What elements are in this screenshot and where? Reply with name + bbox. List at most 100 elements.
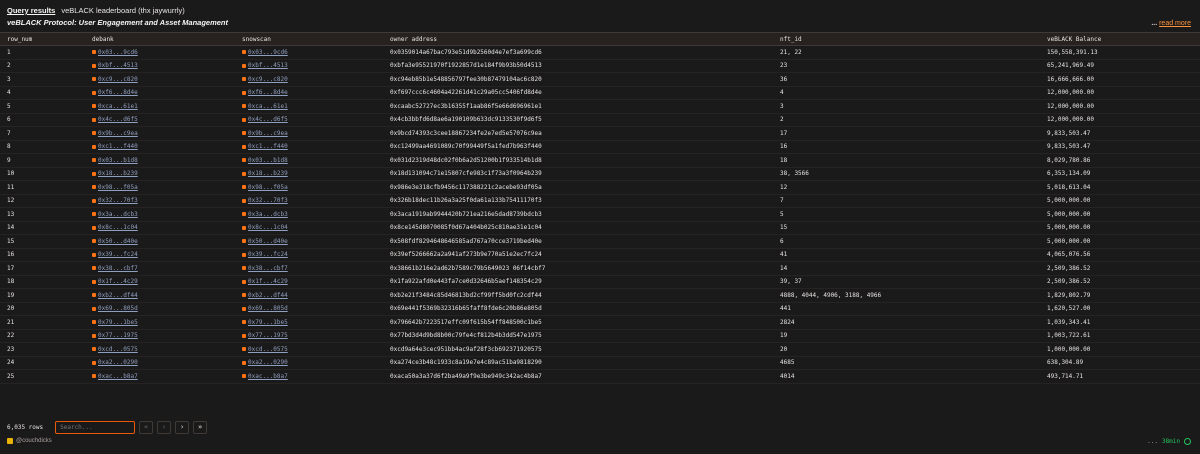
link-text[interactable]: 0xbf...4513 <box>98 62 138 69</box>
link-text[interactable]: 0xf6...8d4e <box>98 89 138 96</box>
link-text[interactable]: 0xf6...8d4e <box>248 89 288 96</box>
link-text[interactable]: 0xac...b8a7 <box>248 373 288 380</box>
snowscan-link[interactable]: 0x98...f05a <box>235 180 383 195</box>
debank-link[interactable]: 0x4c...d6f5 <box>85 113 235 127</box>
snowscan-link[interactable]: 0x32...70f3 <box>235 194 383 208</box>
column-header[interactable]: debank <box>85 32 235 46</box>
link-text[interactable]: 0x9b...c9ea <box>98 130 138 137</box>
debank-link[interactable]: 0x3a...dcb3 <box>85 207 235 222</box>
link-text[interactable]: 0xc1...f440 <box>248 143 288 150</box>
debank-link[interactable]: 0x18...b239 <box>85 167 235 181</box>
link-text[interactable]: 0xca...61e1 <box>248 103 288 110</box>
link-text[interactable]: 0x98...f05a <box>98 184 138 191</box>
link-text[interactable]: 0x77...1975 <box>98 332 138 339</box>
double-chevron-left-icon[interactable]: « <box>139 420 154 434</box>
debank-link[interactable]: 0x32...70f3 <box>85 194 235 208</box>
snowscan-link[interactable]: 0xac...b8a7 <box>235 369 383 384</box>
snowscan-link[interactable]: 0xb2...df44 <box>235 288 383 303</box>
link-text[interactable]: 0xb2...df44 <box>98 292 138 299</box>
snowscan-link[interactable]: 0xca...61e1 <box>235 99 383 114</box>
debank-link[interactable]: 0x50...d40e <box>85 234 235 249</box>
snowscan-link[interactable]: 0xcd...0575 <box>235 342 383 357</box>
debank-link[interactable]: 0x03...b1d8 <box>85 153 235 168</box>
double-chevron-right-icon[interactable]: » <box>193 420 208 434</box>
link-text[interactable]: 0x79...1be5 <box>248 319 288 326</box>
link-text[interactable]: 0x32...70f3 <box>248 197 288 204</box>
snowscan-link[interactable]: 0x77...1975 <box>235 329 383 343</box>
link-text[interactable]: 0xa2...0290 <box>248 359 288 366</box>
snowscan-link[interactable]: 0xc1...f440 <box>235 140 383 154</box>
debank-link[interactable]: 0x69...805d <box>85 302 235 316</box>
link-text[interactable]: 0x77...1975 <box>248 332 288 339</box>
query-results-link[interactable]: Query results <box>7 6 55 15</box>
debank-link[interactable]: 0xac...b8a7 <box>85 369 235 384</box>
link-text[interactable]: 0x18...b239 <box>248 170 288 177</box>
link-text[interactable]: 0x18...b239 <box>98 170 138 177</box>
link-text[interactable]: 0xac...b8a7 <box>98 373 138 380</box>
link-text[interactable]: 0x69...805d <box>248 305 288 312</box>
debank-link[interactable]: 0x8c...1c04 <box>85 221 235 235</box>
snowscan-link[interactable]: 0x03...9cd6 <box>235 45 383 60</box>
debank-link[interactable]: 0xca...61e1 <box>85 99 235 114</box>
debank-link[interactable]: 0x03...9cd6 <box>85 45 235 60</box>
snowscan-link[interactable]: 0x38...cbf7 <box>235 261 383 276</box>
link-text[interactable]: 0x03...9cd6 <box>248 49 288 56</box>
debank-link[interactable]: 0x77...1975 <box>85 329 235 343</box>
link-text[interactable]: 0x79...1be5 <box>98 319 138 326</box>
link-text[interactable]: 0x03...b1d8 <box>248 157 288 164</box>
read-more[interactable]: ... read more <box>1151 20 1191 27</box>
author-credit[interactable]: @couchdicks <box>7 438 52 444</box>
link-text[interactable]: 0x38...cbf7 <box>248 265 288 272</box>
link-text[interactable]: 0x32...70f3 <box>98 197 138 204</box>
snowscan-link[interactable]: 0x3a...dcb3 <box>235 207 383 222</box>
debank-link[interactable]: 0xa2...0290 <box>85 356 235 370</box>
link-text[interactable]: 0xc9...c820 <box>248 76 288 83</box>
debank-link[interactable]: 0x38...cbf7 <box>85 261 235 276</box>
column-header[interactable]: owner address <box>383 32 773 46</box>
debank-link[interactable]: 0xc9...c820 <box>85 72 235 87</box>
link-text[interactable]: 0x38...cbf7 <box>98 265 138 272</box>
link-text[interactable]: 0x4c...d6f5 <box>248 116 288 123</box>
snowscan-link[interactable]: 0x9b...c9ea <box>235 126 383 141</box>
link-text[interactable]: 0x3a...dcb3 <box>248 211 288 218</box>
link-text[interactable]: 0xca...61e1 <box>98 103 138 110</box>
snowscan-link[interactable]: 0x4c...d6f5 <box>235 113 383 127</box>
link-text[interactable]: 0x50...d40e <box>248 238 288 245</box>
chevron-right-icon[interactable]: › <box>175 420 190 434</box>
column-header[interactable]: veBLACK Balance <box>1040 32 1200 46</box>
debank-link[interactable]: 0xf6...8d4e <box>85 86 235 100</box>
link-text[interactable]: 0x9b...c9ea <box>248 130 288 137</box>
link-text[interactable]: 0x03...b1d8 <box>98 157 138 164</box>
debank-link[interactable]: 0x9b...c9ea <box>85 126 235 141</box>
snowscan-link[interactable]: 0xa2...0290 <box>235 356 383 370</box>
debank-link[interactable]: 0x1f...4c29 <box>85 275 235 289</box>
chevron-left-icon[interactable]: ‹ <box>157 420 172 434</box>
snowscan-link[interactable]: 0x39...fc24 <box>235 248 383 262</box>
column-header[interactable]: row_num <box>0 32 85 46</box>
snowscan-link[interactable]: 0x50...d40e <box>235 234 383 249</box>
snowscan-link[interactable]: 0xf6...8d4e <box>235 86 383 100</box>
link-text[interactable]: 0x3a...dcb3 <box>98 211 138 218</box>
link-text[interactable]: 0xcd...0575 <box>248 346 288 353</box>
link-text[interactable]: 0xa2...0290 <box>98 359 138 366</box>
snowscan-link[interactable]: 0x18...b239 <box>235 167 383 181</box>
link-text[interactable]: 0x1f...4c29 <box>248 278 288 285</box>
link-text[interactable]: 0x1f...4c29 <box>98 278 138 285</box>
link-text[interactable]: 0x8c...1c04 <box>98 224 138 231</box>
read-more-link[interactable]: read more <box>1159 20 1191 27</box>
link-text[interactable]: 0xc1...f440 <box>98 143 138 150</box>
column-header[interactable]: snowscan <box>235 32 383 46</box>
snowscan-link[interactable]: 0xbf...4513 <box>235 59 383 73</box>
debank-link[interactable]: 0x98...f05a <box>85 180 235 195</box>
snowscan-link[interactable]: 0x03...b1d8 <box>235 153 383 168</box>
debank-link[interactable]: 0xc1...f440 <box>85 140 235 154</box>
column-header[interactable]: nft_id <box>773 32 1040 46</box>
debank-link[interactable]: 0xcd...0575 <box>85 342 235 357</box>
link-text[interactable]: 0xcd...0575 <box>98 346 138 353</box>
snowscan-link[interactable]: 0x8c...1c04 <box>235 221 383 235</box>
debank-link[interactable]: 0xbf...4513 <box>85 59 235 73</box>
snowscan-link[interactable]: 0xc9...c820 <box>235 72 383 87</box>
link-text[interactable]: 0xc9...c820 <box>98 76 138 83</box>
link-text[interactable]: 0x4c...d6f5 <box>98 116 138 123</box>
snowscan-link[interactable]: 0x69...805d <box>235 302 383 316</box>
